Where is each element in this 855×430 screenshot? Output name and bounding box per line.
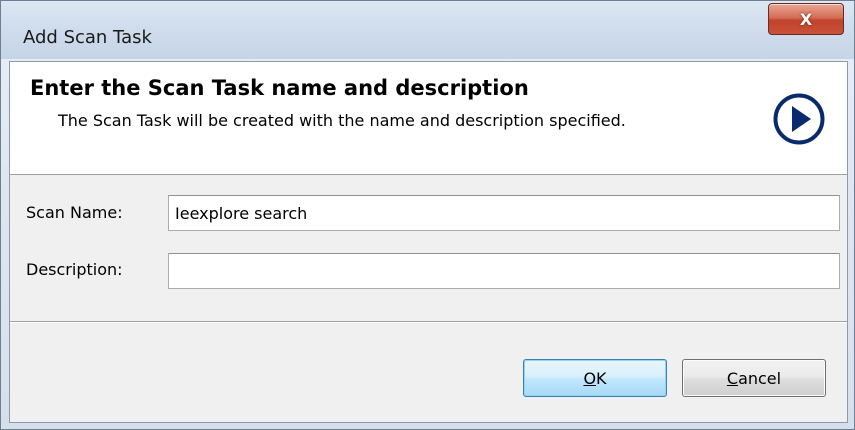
description-input[interactable] (168, 253, 840, 289)
ok-mnemonic: O (583, 368, 597, 388)
footer-divider (10, 321, 847, 322)
scan-name-label: Scan Name: (26, 203, 123, 222)
cancel-label-rest: ancel (738, 368, 782, 388)
title-bar[interactable]: Add Scan Task X (1, 1, 854, 59)
dialog-body: Enter the Scan Task name and description… (9, 61, 848, 423)
next-arrow-circle-icon (773, 93, 825, 145)
ok-label-rest: K (596, 368, 607, 388)
dialog-header: Enter the Scan Task name and description… (10, 62, 847, 175)
add-scan-task-dialog: Add Scan Task X Enter the Scan Task name… (0, 0, 855, 430)
header-subtitle: The Scan Task will be created with the n… (58, 111, 626, 130)
close-icon: X (799, 9, 813, 29)
cancel-mnemonic: C (726, 368, 739, 388)
close-button[interactable]: X (768, 3, 844, 35)
window-title: Add Scan Task (23, 27, 152, 48)
cancel-button[interactable]: Cancel (682, 359, 826, 397)
scan-name-input[interactable] (168, 195, 840, 231)
header-title: Enter the Scan Task name and description (30, 76, 529, 100)
ok-button[interactable]: OK (523, 359, 667, 397)
description-label: Description: (26, 260, 123, 279)
